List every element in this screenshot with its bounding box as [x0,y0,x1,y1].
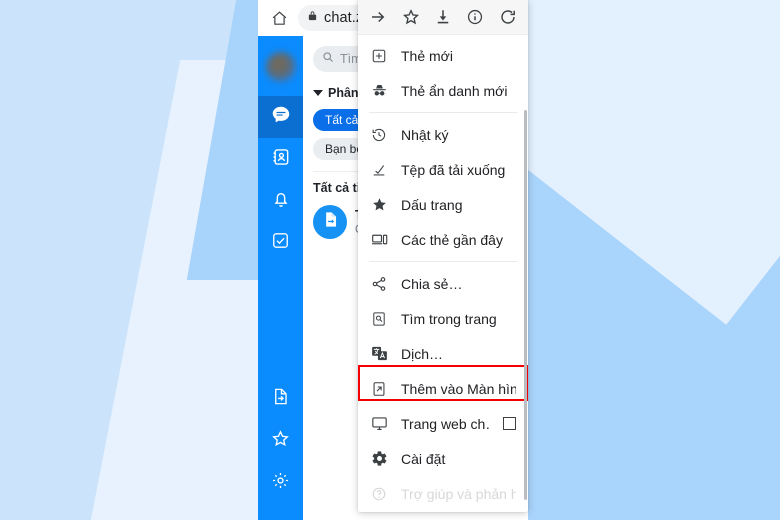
menu-item-settings[interactable]: Cài đặt [358,441,528,476]
menu-item-label: Thêm vào Màn hìn… [401,380,516,397]
forward-icon[interactable] [366,5,390,29]
menu-scrollbar[interactable] [524,110,527,500]
rail-bottom-group [258,378,303,520]
desktop-site-checkbox[interactable] [503,417,516,430]
sidebar-item-settings[interactable] [258,462,303,504]
menu-toolbar [358,0,528,35]
add-to-home-icon [370,380,388,398]
incognito-icon [370,82,388,100]
menu-separator [369,261,517,262]
menu-item-downloads[interactable]: Tệp đã tải xuống [358,152,528,187]
menu-item-history[interactable]: Nhật ký [358,117,528,152]
reload-icon[interactable] [496,5,520,29]
avatar[interactable] [265,52,296,82]
star-filled-icon [370,196,388,214]
browser-overflow-menu: Thẻ mới Thẻ ẩn danh mới Nhật ký Tệp đã t… [358,0,528,512]
translate-icon [370,345,388,363]
menu-item-find-in-page[interactable]: Tìm trong trang [358,301,528,336]
sidebar-item-contacts[interactable] [258,138,303,180]
menu-item-desktop-site[interactable]: Trang web ch… [358,406,528,441]
menu-item-share[interactable]: Chia sẻ… [358,266,528,301]
menu-item-translate[interactable]: Dịch… [358,336,528,371]
page-info-icon[interactable] [463,5,487,29]
bell-icon [271,189,291,214]
zalo-sidebar-rail [258,36,303,520]
screenshot-root: chat.za Tìm Phân loa Tất cả Bạn bè Tất c… [0,0,780,520]
sidebar-item-messages[interactable] [258,96,303,138]
recent-tabs-icon [370,231,388,249]
menu-item-label: Dịch… [401,345,444,362]
sidebar-item-notifications[interactable] [258,180,303,222]
chevron-down-icon [313,90,323,96]
menu-item-label: Thẻ mới [401,47,453,64]
menu-item-new-tab[interactable]: Thẻ mới [358,38,528,73]
menu-item-label: Cài đặt [401,450,446,467]
sidebar-item-favorites[interactable] [258,420,303,462]
contacts-icon [271,147,291,172]
menu-separator [369,112,517,113]
lock-icon [307,9,318,27]
plus-square-icon [370,47,388,65]
chat-avatar [313,205,347,239]
history-clock-icon [370,126,388,144]
menu-item-data-saver[interactable]: Đã tiết kiệm 270 kB kể từ 4 thg 7 [358,511,528,512]
chat-bubble-icon [270,104,292,131]
menu-items: Thẻ mới Thẻ ẩn danh mới Nhật ký Tệp đã t… [358,35,528,512]
menu-item-label: Tệp đã tải xuống [401,161,506,178]
menu-item-label: Các thẻ gần đây [401,231,503,248]
menu-item-label: Trợ giúp và phản hồi [401,485,516,502]
menu-item-label: Tìm trong trang [401,310,497,327]
menu-item-bookmarks[interactable]: Dấu trang [358,187,528,222]
sidebar-item-todo[interactable] [258,222,303,264]
menu-item-label: Dấu trang [401,196,463,213]
menu-item-recent-tabs[interactable]: Các thẻ gần đây [358,222,528,257]
home-icon[interactable] [266,5,292,31]
find-in-page-icon [370,310,388,328]
downloads-check-icon [370,161,388,179]
gear-icon [271,471,290,495]
menu-item-label: Thẻ ẩn danh mới [401,82,508,99]
menu-item-label: Nhật ký [401,126,449,143]
checkbox-check-icon [271,231,290,255]
menu-item-label: Trang web ch… [401,415,490,432]
file-arrow-icon [271,387,290,411]
menu-item-new-incognito-tab[interactable]: Thẻ ẩn danh mới [358,73,528,108]
star-outline-icon [271,429,290,453]
download-icon[interactable] [431,5,455,29]
menu-item-add-to-home-screen[interactable]: Thêm vào Màn hìn… [358,371,528,406]
sidebar-item-cloud-file[interactable] [258,378,303,420]
menu-item-label: Chia sẻ… [401,275,463,292]
share-icon [370,275,388,293]
bookmark-star-icon[interactable] [399,5,423,29]
desktop-monitor-icon [370,415,388,433]
search-icon [322,50,334,68]
help-circle-icon [370,485,388,503]
gear-icon [370,450,388,468]
file-arrow-icon [321,210,340,234]
menu-item-help-and-feedback[interactable]: Trợ giúp và phản hồi [358,476,528,511]
